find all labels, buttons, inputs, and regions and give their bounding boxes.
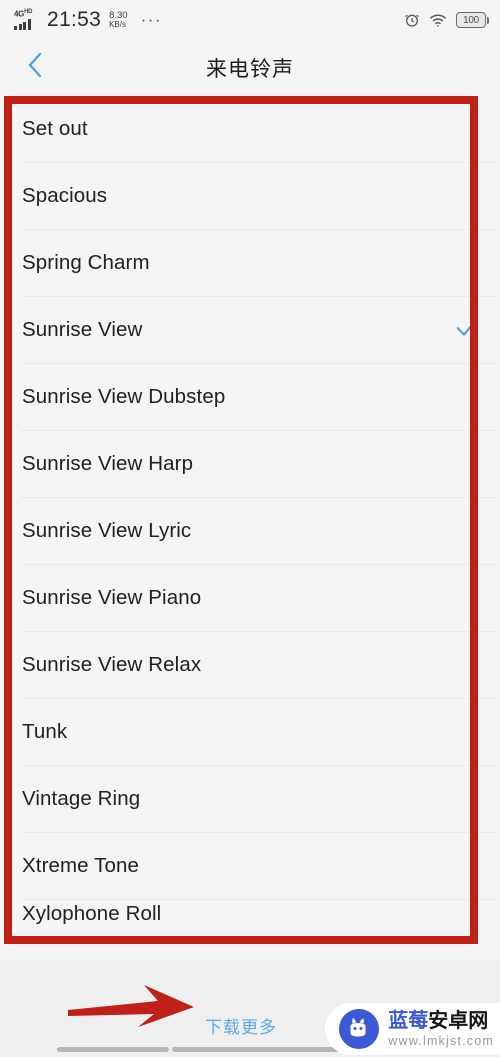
list-item[interactable]: Vintage Ring: [22, 765, 500, 832]
list-item-label: Spring Charm: [22, 250, 150, 274]
check-icon: [454, 319, 476, 341]
list-item[interactable]: Sunrise View Piano: [22, 564, 500, 631]
list-item-label: Sunrise View Piano: [22, 585, 202, 609]
network-speed: 8.30 KB/s: [109, 11, 128, 29]
ringtone-list-container: Set out Spacious Spring Charm Sunrise Vi…: [0, 95, 500, 933]
status-bar-left: 4GHD 21:53 8.30 KB/s ···: [14, 8, 404, 32]
list-item[interactable]: Xtreme Tone: [22, 832, 500, 899]
list-item[interactable]: Spacious: [22, 162, 500, 229]
list-item-label: Sunrise View Dubstep: [22, 384, 226, 408]
list-item[interactable]: Set out: [22, 95, 500, 162]
list-item[interactable]: Sunrise View Relax: [22, 631, 500, 698]
list-item[interactable]: Sunrise View Harp: [22, 430, 500, 497]
list-item-label: Sunrise View Lyric: [22, 518, 192, 542]
list-item-label: Sunrise View Relax: [22, 652, 202, 676]
download-more-link[interactable]: 下载更多: [205, 1013, 277, 1038]
list-item-label: Tunk: [22, 719, 68, 743]
network-sub-label: HD: [24, 9, 33, 16]
status-bar: 4GHD 21:53 8.30 KB/s ··· 100: [0, 0, 500, 40]
title-bar: 来电铃声: [0, 40, 500, 95]
watermark-text: 蓝莓安卓网 www.lmkjst.com: [388, 1011, 494, 1048]
cellular-signal-icon: 4GHD: [14, 9, 40, 30]
list-item-label: Xtreme Tone: [22, 853, 139, 877]
battery-level-label: 100: [463, 14, 479, 26]
signal-bars-icon: [14, 19, 40, 30]
list-item-label: Xylophone Roll: [22, 902, 162, 925]
list-item-label: Set out: [22, 116, 88, 140]
nav-pill-right[interactable]: [172, 1047, 342, 1052]
nav-pill-left[interactable]: [57, 1047, 169, 1052]
status-clock: 21:53: [47, 8, 102, 31]
watermark-name-blue: 蓝莓: [388, 1009, 429, 1032]
status-bar-right: 100: [404, 12, 489, 28]
network-type-label: 4G: [14, 10, 25, 19]
watermark-url: www.lmkjst.com: [388, 1033, 494, 1048]
network-speed-unit: KB/s: [109, 20, 126, 29]
alarm-clock-icon: [404, 12, 420, 28]
list-item[interactable]: Spring Charm: [22, 229, 500, 296]
page-title: 来电铃声: [206, 57, 294, 81]
list-item-label: Sunrise View: [22, 317, 143, 341]
network-speed-value: 8.30: [109, 10, 128, 21]
site-watermark: 蓝莓安卓网 www.lmkjst.com: [325, 1003, 500, 1055]
chevron-left-icon: [24, 50, 46, 85]
list-item-selected[interactable]: Sunrise View: [22, 296, 500, 363]
list-item-label: Spacious: [22, 183, 108, 207]
list-item[interactable]: Tunk: [22, 698, 500, 765]
list-item[interactable]: Sunrise View Dubstep: [22, 363, 500, 430]
wifi-icon: [429, 13, 447, 28]
battery-icon: 100: [456, 12, 489, 28]
ringtone-list[interactable]: Set out Spacious Spring Charm Sunrise Vi…: [0, 95, 500, 933]
watermark-name-dark: 安卓网: [428, 1009, 489, 1032]
android-robot-logo: [339, 1009, 380, 1049]
list-item-label: Sunrise View Harp: [22, 451, 194, 475]
back-button[interactable]: [18, 51, 52, 85]
list-item[interactable]: Xylophone Roll: [22, 899, 500, 933]
overflow-dots-icon: ···: [140, 10, 163, 29]
list-item-label: Vintage Ring: [22, 786, 141, 810]
list-item[interactable]: Sunrise View Lyric: [22, 497, 500, 564]
